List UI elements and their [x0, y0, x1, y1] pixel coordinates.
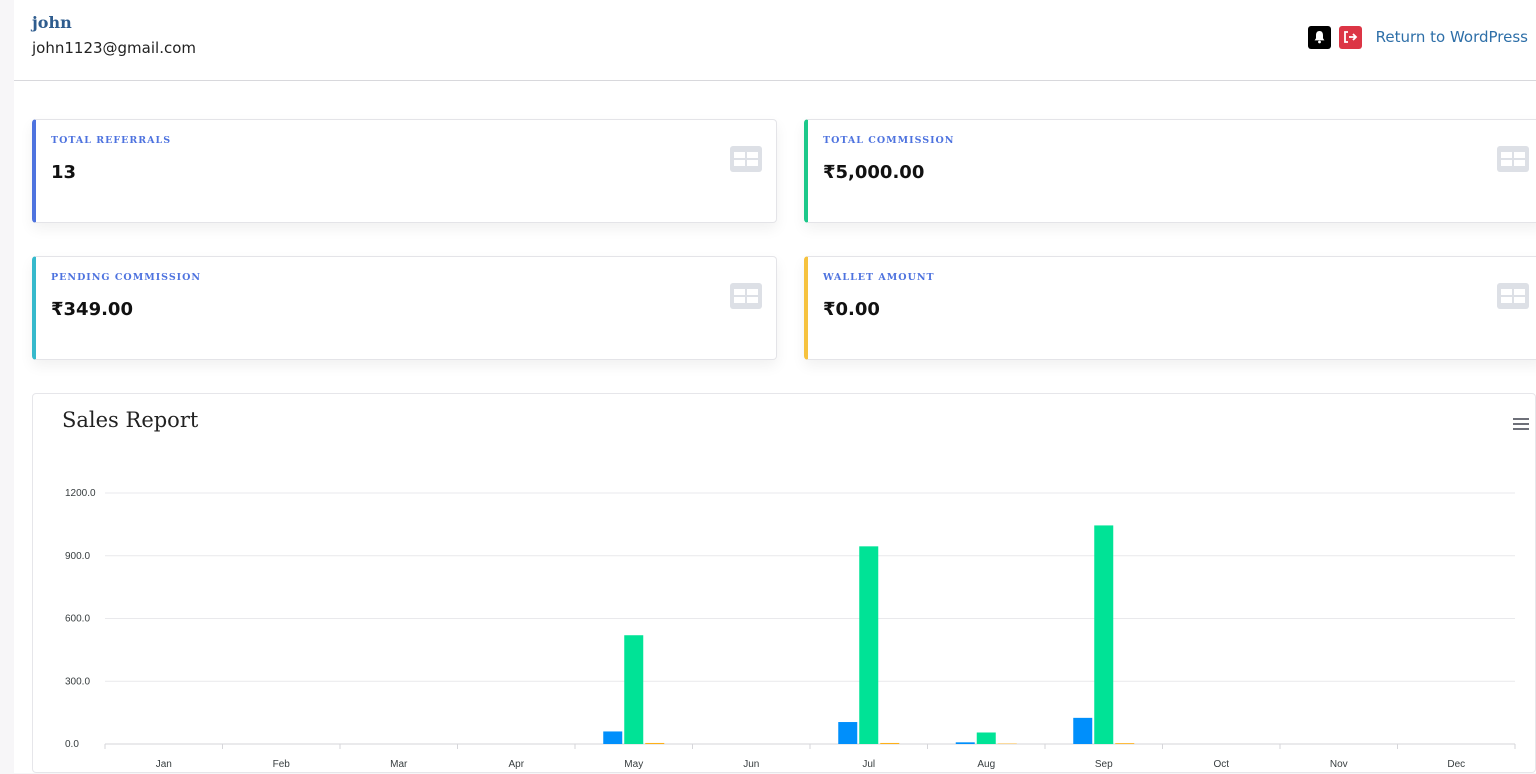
y-tick-label: 0.0: [65, 739, 79, 750]
card-label: TOTAL COMMISSION: [823, 135, 954, 146]
sales-bar-chart: 0.0 300.0 600.0 900.0 1200.0 Jan Feb Mar Apr May J…: [33, 394, 1536, 774]
x-tick-label: Feb: [273, 759, 291, 770]
total-referrals-card: TOTAL REFERRALS 13: [32, 119, 777, 223]
bar[interactable]: [880, 743, 899, 744]
bar[interactable]: [859, 546, 878, 744]
sales-report-card: Sales Report 0.0300.0600.0900.01200.0Jan…: [32, 393, 1536, 773]
table-icon: [730, 283, 762, 313]
x-tick-label: May: [624, 759, 643, 770]
card-value: 13: [51, 162, 76, 183]
card-label: TOTAL REFERRALS: [51, 135, 171, 146]
x-tick-label: Jun: [743, 759, 759, 770]
card-label: PENDING COMMISSION: [51, 272, 201, 283]
x-tick-label: Apr: [508, 759, 524, 770]
return-to-wordpress-link[interactable]: Return to WordPress: [1376, 28, 1528, 46]
x-tick-label: Jul: [862, 759, 875, 770]
bar[interactable]: [1094, 525, 1113, 744]
card-value: ₹0.00: [823, 299, 880, 320]
x-tick-label: Oct: [1213, 759, 1229, 770]
bar[interactable]: [1073, 718, 1092, 744]
card-value: ₹349.00: [51, 299, 133, 320]
wallet-amount-card: WALLET AMOUNT ₹0.00: [804, 256, 1536, 360]
card-value: ₹5,000.00: [823, 162, 924, 183]
pending-commission-card: PENDING COMMISSION ₹349.00: [32, 256, 777, 360]
x-tick-label: Jan: [156, 759, 172, 770]
bar[interactable]: [1115, 743, 1134, 744]
bar[interactable]: [603, 731, 622, 744]
top-header: john john1123@gmail.com Return to WordPr…: [14, 0, 1536, 81]
card-label: WALLET AMOUNT: [823, 272, 935, 283]
x-tick-label: Dec: [1447, 759, 1465, 770]
table-icon: [1497, 283, 1529, 313]
table-icon: [1497, 146, 1529, 176]
dashboard-page: john john1123@gmail.com Return to WordPr…: [14, 0, 1536, 773]
y-tick-label: 300.0: [65, 676, 90, 687]
y-tick-label: 600.0: [65, 614, 90, 625]
user-name: john: [32, 13, 72, 32]
x-tick-label: Mar: [390, 759, 408, 770]
bar[interactable]: [838, 722, 857, 744]
bell-icon[interactable]: [1308, 26, 1331, 49]
x-tick-label: Nov: [1330, 759, 1348, 770]
table-icon: [730, 146, 762, 176]
logout-icon[interactable]: [1339, 26, 1362, 49]
bar[interactable]: [956, 742, 975, 744]
bar[interactable]: [977, 732, 996, 744]
y-tick-label: 1200.0: [65, 488, 96, 499]
bar[interactable]: [645, 743, 664, 744]
header-actions: Return to WordPress: [1308, 26, 1528, 48]
total-commission-card: TOTAL COMMISSION ₹5,000.00: [804, 119, 1536, 223]
x-tick-label: Aug: [977, 759, 995, 770]
y-tick-label: 900.0: [65, 551, 90, 562]
user-email: john1123@gmail.com: [32, 39, 196, 57]
bar[interactable]: [624, 635, 643, 744]
x-tick-label: Sep: [1095, 759, 1113, 770]
